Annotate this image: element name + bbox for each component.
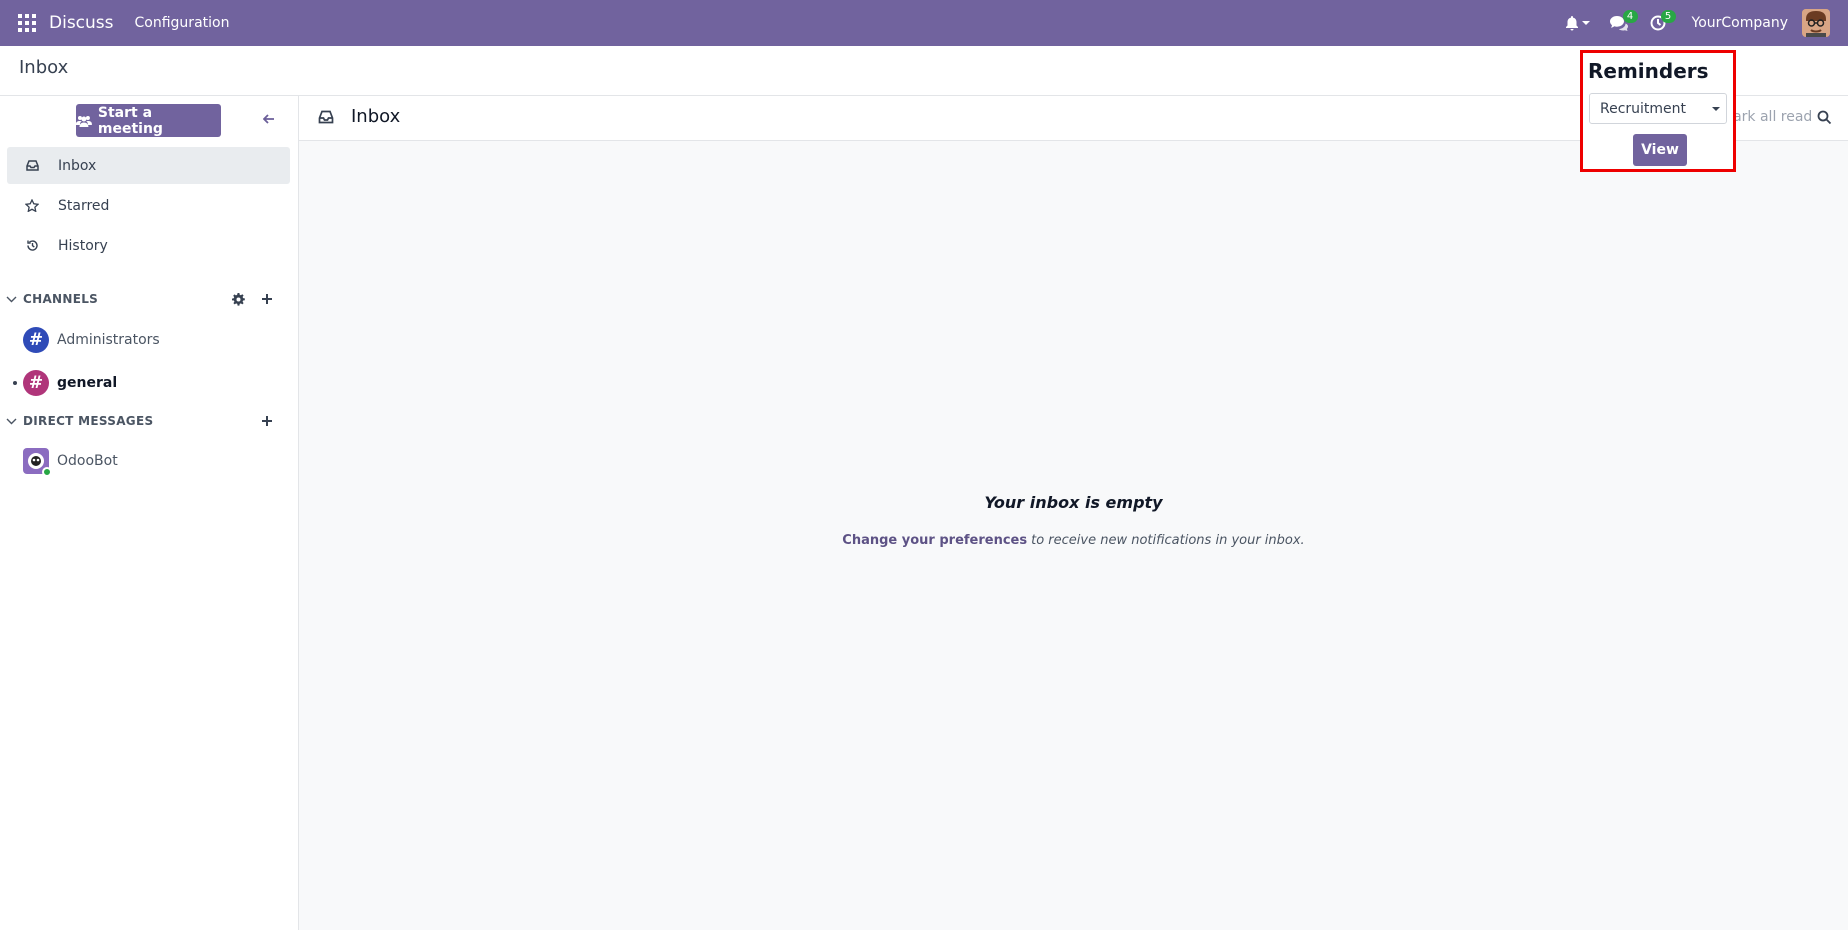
user-avatar[interactable] bbox=[1802, 9, 1830, 37]
unread-indicator bbox=[13, 381, 17, 385]
channel-hash-icon: # bbox=[23, 327, 49, 353]
view-reminder-button[interactable]: View bbox=[1633, 134, 1687, 166]
reminder-select[interactable]: Recruitment bbox=[1589, 93, 1727, 124]
channel-settings-icon[interactable] bbox=[230, 291, 246, 307]
channels-header-label: CHANNELS bbox=[23, 292, 99, 306]
inbox-icon bbox=[24, 160, 40, 171]
breadcrumb: Inbox bbox=[19, 57, 69, 78]
odoobot-avatar bbox=[23, 448, 52, 477]
chevron-down-icon bbox=[5, 293, 17, 305]
inbox-icon bbox=[318, 110, 334, 128]
sidebar-item-label: Starred bbox=[58, 197, 110, 214]
arrow-left-icon bbox=[263, 114, 274, 124]
sidebar-item-label: History bbox=[58, 237, 108, 254]
app-title[interactable]: Discuss bbox=[49, 13, 114, 33]
change-preferences-link[interactable]: Change your preferences bbox=[842, 533, 1027, 548]
messages-button[interactable]: 4 bbox=[1602, 0, 1638, 46]
reminder-select-value: Recruitment bbox=[1600, 100, 1687, 117]
channel-name: general bbox=[57, 375, 118, 391]
company-switcher[interactable]: YourCompany bbox=[1692, 15, 1789, 31]
dm-header-label: DIRECT MESSAGES bbox=[23, 414, 154, 428]
star-icon bbox=[24, 199, 40, 212]
dm-item-odoobot[interactable]: OdooBot bbox=[0, 443, 299, 479]
thread-area: Inbox Mark all read Your inbox is empty … bbox=[299, 96, 1848, 930]
bell-icon bbox=[1565, 15, 1578, 30]
sidebar-item-history[interactable]: History bbox=[7, 227, 290, 264]
start-meeting-label: Start a meeting bbox=[97, 104, 163, 137]
discuss-sidebar: Start a meeting Inbox Starred History CH… bbox=[0, 96, 299, 930]
reminders-popover: Reminders Recruitment View bbox=[1580, 50, 1736, 172]
channel-item-general[interactable]: # general bbox=[0, 365, 299, 401]
menu-configuration[interactable]: Configuration bbox=[135, 15, 230, 31]
users-icon bbox=[76, 115, 92, 127]
sidebar-item-starred[interactable]: Starred bbox=[7, 187, 290, 224]
dm-name: OdooBot bbox=[57, 453, 118, 469]
empty-inbox-message: Change your preferences to receive new no… bbox=[299, 533, 1848, 548]
channel-item-administrators[interactable]: # Administrators bbox=[0, 322, 299, 358]
sidebar-item-label: Inbox bbox=[58, 157, 97, 174]
top-navbar: Discuss Configuration 4 5 YourCompany bbox=[0, 0, 1848, 46]
reminders-title: Reminders bbox=[1588, 59, 1709, 83]
empty-inbox-hint: to receive new notifications in your inb… bbox=[1031, 533, 1305, 548]
apps-grid-icon[interactable] bbox=[15, 11, 39, 35]
history-icon bbox=[24, 239, 40, 252]
channels-section-header[interactable]: CHANNELS bbox=[0, 287, 299, 311]
control-panel: Inbox bbox=[0, 46, 1848, 96]
caret-down-icon bbox=[1712, 107, 1720, 111]
empty-inbox-title: Your inbox is empty bbox=[984, 493, 1163, 512]
online-status-icon bbox=[42, 467, 52, 477]
channel-hash-icon: # bbox=[23, 370, 49, 396]
channel-name: Administrators bbox=[57, 332, 160, 348]
activities-button[interactable]: 5 bbox=[1642, 0, 1676, 46]
activities-count-badge: 5 bbox=[1660, 10, 1676, 23]
collapse-sidebar-button[interactable] bbox=[260, 110, 278, 128]
caret-down-icon bbox=[1581, 21, 1590, 25]
thread-title: Inbox bbox=[351, 106, 401, 127]
sidebar-item-inbox[interactable]: Inbox bbox=[7, 147, 290, 184]
add-channel-icon[interactable] bbox=[259, 291, 275, 307]
direct-messages-section-header[interactable]: DIRECT MESSAGES bbox=[0, 409, 299, 433]
add-direct-message-icon[interactable] bbox=[259, 413, 275, 429]
notification-bell-button[interactable] bbox=[1557, 0, 1598, 46]
chevron-down-icon bbox=[5, 415, 17, 427]
search-icon[interactable] bbox=[1817, 110, 1832, 129]
messages-count-badge: 4 bbox=[1622, 10, 1638, 23]
start-meeting-button[interactable]: Start a meeting bbox=[76, 104, 221, 137]
